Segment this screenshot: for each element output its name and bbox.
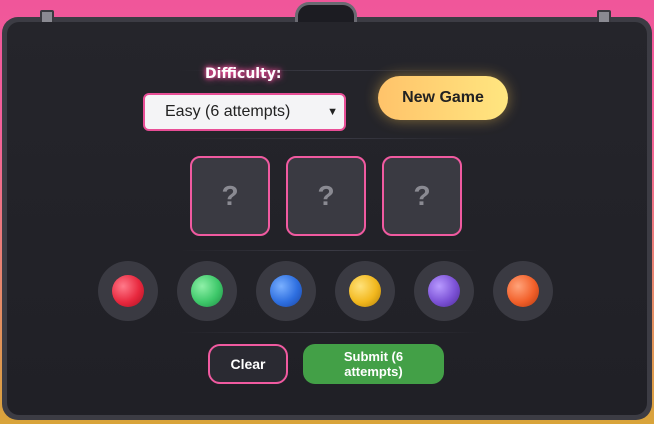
guess-slot-2[interactable]: ?	[286, 156, 366, 236]
yellow-ball-icon	[349, 275, 381, 307]
difficulty-selected-value: Easy (6 attempts)	[165, 103, 291, 120]
divider	[180, 250, 480, 251]
difficulty-select[interactable]: Easy (6 attempts) ▼	[143, 93, 346, 131]
color-button-purple[interactable]	[414, 261, 474, 321]
purple-ball-icon	[428, 275, 460, 307]
blue-ball-icon	[270, 275, 302, 307]
divider	[180, 332, 480, 333]
difficulty-label: Difficulty:	[205, 66, 282, 82]
green-ball-icon	[191, 275, 223, 307]
submit-button[interactable]: Submit (6 attempts)	[303, 344, 444, 384]
new-game-button[interactable]: New Game	[378, 76, 508, 120]
orange-ball-icon	[507, 275, 539, 307]
color-button-red[interactable]	[98, 261, 158, 321]
color-button-green[interactable]	[177, 261, 237, 321]
color-button-orange[interactable]	[493, 261, 553, 321]
guess-slot-3[interactable]: ?	[382, 156, 462, 236]
clear-button[interactable]: Clear	[208, 344, 288, 384]
color-button-yellow[interactable]	[335, 261, 395, 321]
red-ball-icon	[112, 275, 144, 307]
divider	[180, 138, 480, 139]
color-button-blue[interactable]	[256, 261, 316, 321]
chevron-down-icon: ▼	[327, 106, 338, 118]
guess-slot-1[interactable]: ?	[190, 156, 270, 236]
